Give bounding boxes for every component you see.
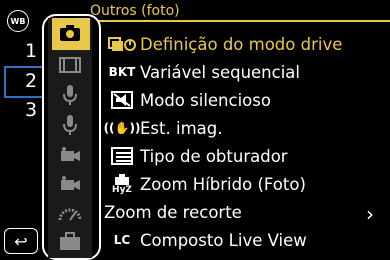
briefcase-icon[interactable] [56, 230, 84, 252]
menu-item-silent-mode[interactable]: Modo silencioso [104, 87, 384, 113]
microphone-icon[interactable] [56, 114, 84, 136]
wb-badge[interactable]: WB [7, 10, 29, 32]
page-line [4, 66, 6, 98]
menu-item-label: Est. imag. [140, 118, 223, 138]
menu-item-label: Tipo de obturador [140, 146, 288, 166]
page-number-1[interactable]: 1 [24, 40, 38, 62]
menu-item-drive-mode[interactable]: Definição do modo drive [104, 31, 384, 57]
page-number-2[interactable]: 2 [24, 70, 38, 92]
hybrid-zoom-icon: HyZ [104, 172, 140, 196]
menu-item-label: Zoom Híbrido (Foto) [140, 174, 306, 194]
menu-item-stabilizer[interactable]: ((✋)) Est. imag. [104, 115, 384, 141]
video-camera-icon[interactable] [56, 144, 84, 166]
shutter-type-icon [104, 144, 140, 168]
menu-item-label: Modo silencioso [140, 90, 271, 110]
microphone-icon[interactable] [56, 84, 84, 106]
back-button[interactable]: ↩ [4, 228, 38, 254]
menu-item-hybrid-zoom[interactable]: HyZ Zoom Híbrido (Foto) [104, 171, 384, 197]
page-line [4, 66, 42, 68]
menu-item-label: Composto Live View [140, 230, 307, 250]
gauge-icon[interactable] [56, 202, 84, 224]
page-title: Outros (foto) [90, 3, 180, 19]
page-line [4, 96, 42, 98]
bkt-icon: BKT [108, 65, 136, 79]
menu-item-crop-zoom[interactable]: Zoom de recorte › [104, 199, 384, 226]
menu-item-label: Definição do modo drive [140, 34, 343, 54]
video-camera-icon[interactable] [56, 173, 84, 195]
menu-item-label: Variável sequencial [140, 62, 300, 82]
header-divider [84, 20, 390, 22]
menu-item-bracket[interactable]: BKT Variável sequencial [104, 59, 384, 85]
menu-item-label: Zoom de recorte [104, 202, 242, 222]
page-number-3[interactable]: 3 [24, 99, 38, 121]
silent-mode-icon [104, 88, 140, 112]
stabilizer-icon: ((✋)) [103, 121, 141, 135]
lc-icon: LC [113, 233, 131, 247]
menu-item-shutter-type[interactable]: Tipo de obturador [104, 143, 384, 169]
film-icon[interactable] [56, 54, 84, 76]
menu-item-live-composite[interactable]: LC Composto Live View [104, 227, 384, 253]
chevron-right-icon[interactable]: › [366, 202, 374, 226]
drive-mode-icon [104, 32, 140, 56]
camera-icon[interactable] [56, 22, 84, 44]
